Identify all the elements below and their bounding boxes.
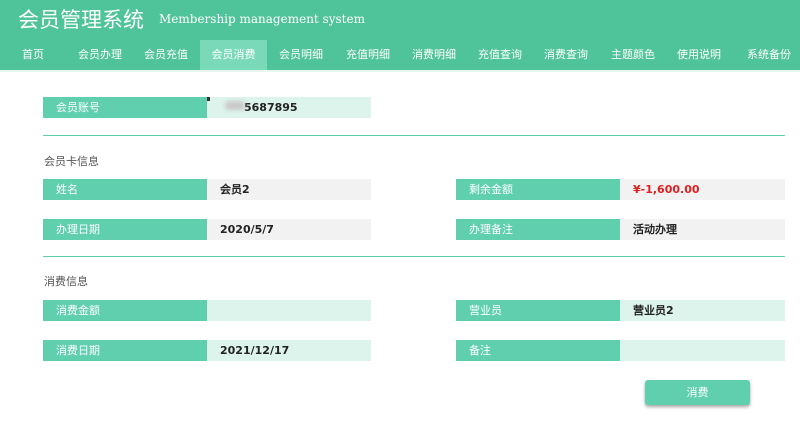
app-header: 会员管理系统 Membership management system	[0, 0, 800, 40]
consume-amount-label: 消费金额	[43, 300, 207, 321]
consume-amount-input[interactable]	[207, 300, 371, 321]
nav-item-member-details[interactable]: 会员明细	[270, 40, 332, 70]
nav-item-recharge-details[interactable]: 充值明细	[337, 40, 399, 70]
nav-item-member-consume[interactable]: 会员消费	[200, 40, 267, 70]
nav-item-member-register[interactable]: 会员办理	[70, 40, 130, 70]
nav-item-consume-details[interactable]: 消费明细	[403, 40, 465, 70]
register-remark-value: 活动办理	[620, 219, 785, 240]
consume-remark-input[interactable]	[620, 340, 785, 361]
nav-item-help[interactable]: 使用说明	[668, 40, 730, 70]
app-subtitle: Membership management system	[159, 12, 365, 26]
text-cursor-mark	[207, 97, 210, 101]
consume-date-label: 消费日期	[43, 340, 207, 361]
register-date-value: 2020/5/7	[207, 219, 371, 240]
register-remark-label: 办理备注	[456, 219, 620, 240]
nav-shadow-divider	[0, 70, 800, 72]
section-divider-2	[43, 256, 785, 257]
main-nav: 首页 会员办理 会员充值 会员消费 会员明细 充值明细 消费明细 充值查询 消费…	[0, 40, 800, 70]
account-label: 会员账号	[43, 97, 207, 118]
app-title: 会员管理系统	[18, 8, 144, 32]
nav-item-home[interactable]: 首页	[13, 40, 53, 70]
balance-value: ¥-1,600.00	[620, 179, 785, 200]
nav-item-consume-query[interactable]: 消费查询	[535, 40, 597, 70]
nav-item-backup[interactable]: 系统备份	[738, 40, 800, 70]
section-divider-1	[43, 135, 785, 136]
consume-remark-label: 备注	[456, 340, 620, 361]
balance-label: 剩余金额	[456, 179, 620, 200]
register-date-label: 办理日期	[43, 219, 207, 240]
nav-item-member-recharge[interactable]: 会员充值	[136, 40, 196, 70]
nav-item-theme-color[interactable]: 主题颜色	[602, 40, 664, 70]
consume-date-input[interactable]: 2021/12/17	[207, 340, 371, 361]
card-info-section-title: 会员卡信息	[44, 155, 99, 168]
nav-item-recharge-query[interactable]: 充值查询	[469, 40, 531, 70]
clerk-input[interactable]: 营业员2	[620, 300, 785, 321]
name-value: 会员2	[207, 179, 371, 200]
clerk-label: 营业员	[456, 300, 620, 321]
consume-info-section-title: 消费信息	[44, 275, 88, 288]
name-label: 姓名	[43, 179, 207, 200]
redacted-account-prefix	[225, 101, 245, 110]
consume-button[interactable]: 消费	[645, 380, 750, 405]
